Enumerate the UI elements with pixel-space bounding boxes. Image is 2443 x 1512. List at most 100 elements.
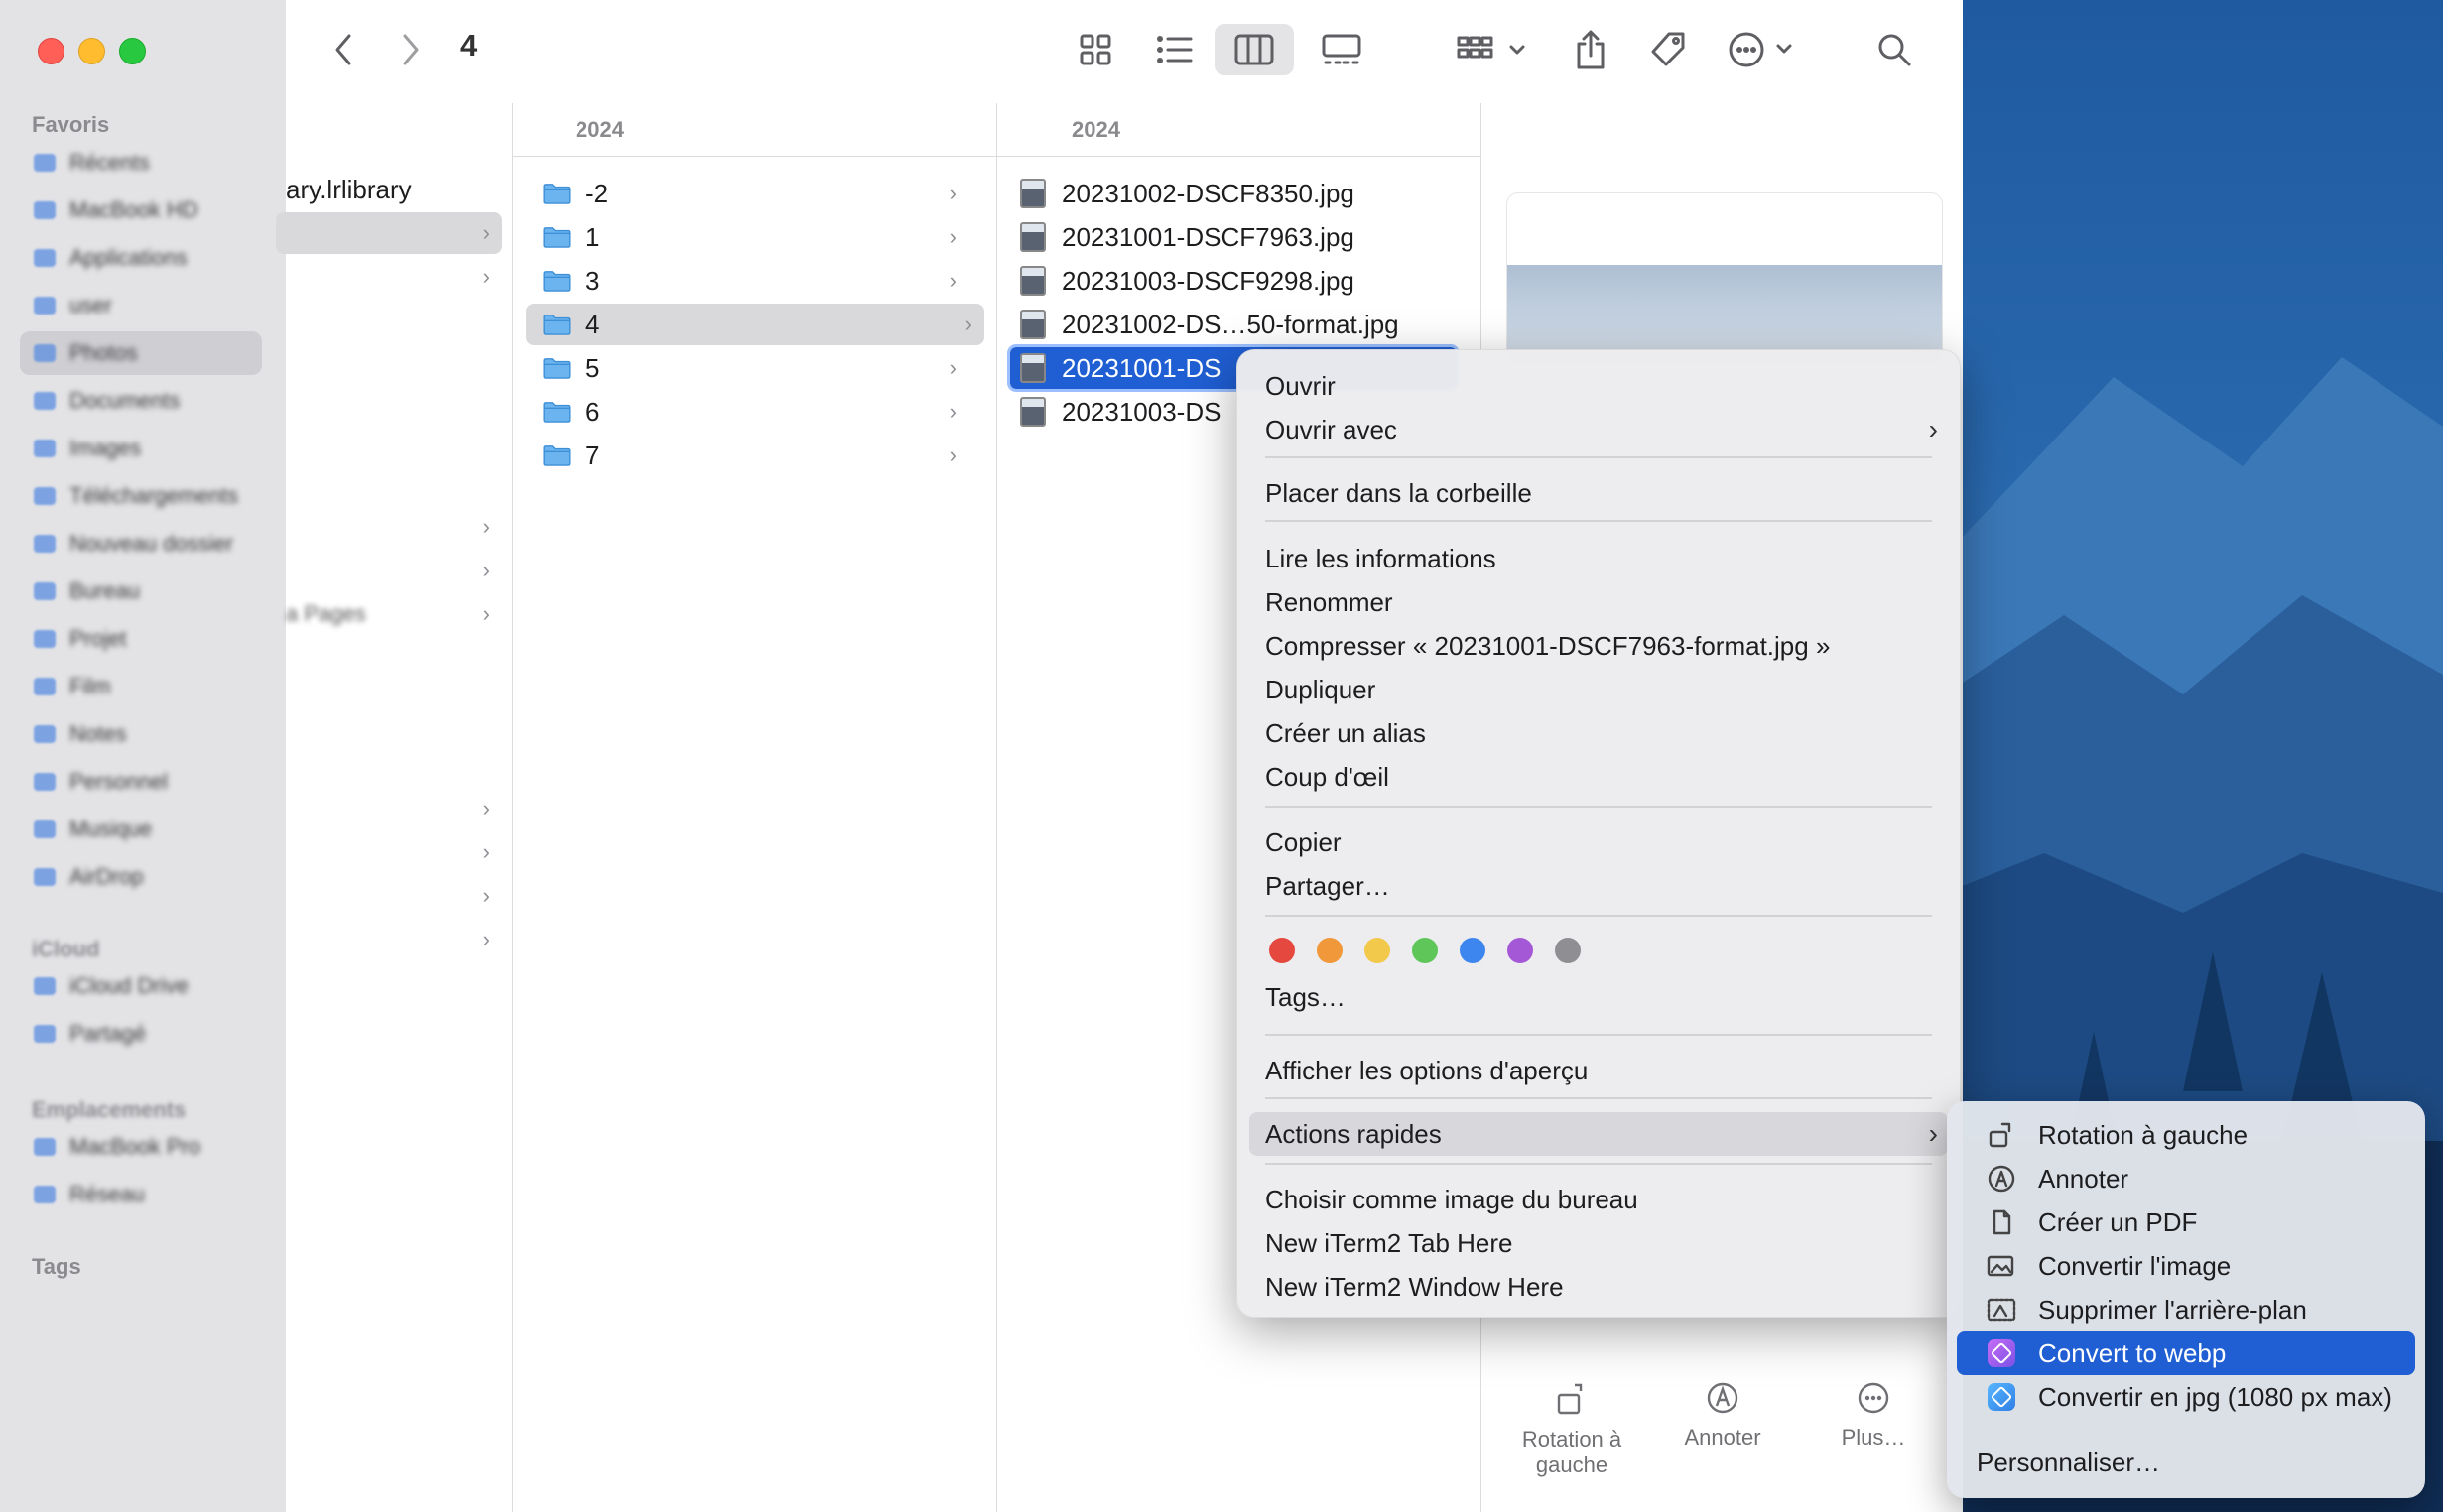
sidebar-item-blurred[interactable]: MacBook Pro — [20, 1125, 262, 1169]
sidebar-item-blurred[interactable]: Partagé — [20, 1012, 262, 1056]
sidebar-item-blurred[interactable]: Images — [20, 427, 262, 470]
folder-icon — [543, 402, 571, 423]
file-row[interactable]: 20231003-DSCF9298.jpg — [1020, 260, 1457, 302]
sidebar-item-blurred[interactable]: Téléchargements — [20, 474, 262, 518]
tag-color-dot[interactable] — [1317, 938, 1343, 963]
menu-item-share[interactable]: Partager… — [1237, 864, 1960, 908]
submenu-item-rotate-left[interactable]: Rotation à gauche — [1957, 1113, 2415, 1157]
submenu-item-customize[interactable]: Personnaliser… — [1957, 1441, 2415, 1484]
sidebar-item-blurred[interactable]: Nouveau dossier — [20, 522, 262, 566]
share-button[interactable] — [1566, 24, 1615, 75]
menu-item-copy[interactable]: Copier — [1237, 820, 1960, 864]
menu-item-quick-actions[interactable]: Actions rapides › — [1249, 1112, 1948, 1156]
sidebar-item-blurred[interactable]: Récents — [20, 141, 262, 185]
view-gallery-button[interactable] — [1312, 26, 1371, 73]
sidebar-item-blurred[interactable]: AirDrop — [20, 855, 262, 899]
tag-color-dot[interactable] — [1507, 938, 1533, 963]
sidebar-item-blurred[interactable]: Musique — [20, 808, 262, 851]
menu-item-make-alias[interactable]: Créer un alias — [1237, 711, 1960, 755]
folder-row[interactable]: -2 › — [542, 173, 968, 214]
folder-row[interactable]: 3 › — [542, 260, 968, 302]
group-by-button[interactable] — [1453, 26, 1532, 73]
list-item[interactable]: › — [286, 550, 502, 591]
folder-row[interactable]: 1 › — [542, 216, 968, 258]
menu-item-iterm-tab[interactable]: New iTerm2 Tab Here — [1237, 1221, 1960, 1265]
list-item-selected[interactable]: › — [276, 212, 502, 254]
list-item[interactable]: › — [286, 788, 502, 829]
menu-item-duplicate[interactable]: Dupliquer — [1237, 668, 1960, 711]
sidebar-item-label-blurred: iCloud Drive — [69, 973, 189, 998]
menu-item-open[interactable]: Ouvrir — [1237, 364, 1960, 408]
list-item[interactable]: › — [286, 506, 502, 548]
menu-item-compress[interactable]: Compresser « 20231001-DSCF7963-format.jp… — [1237, 624, 1960, 668]
search-button[interactable] — [1869, 24, 1919, 75]
submenu-item-convert-jpg[interactable]: Convertir en jpg (1080 px max) — [1957, 1375, 2415, 1419]
submenu-item-convert-webp[interactable]: Convert to webp — [1957, 1331, 2415, 1375]
tag-color-dot[interactable] — [1364, 938, 1390, 963]
menu-item-move-to-trash[interactable]: Placer dans la corbeille — [1237, 471, 1960, 515]
view-icons-button[interactable] — [1070, 26, 1121, 73]
sidebar-item-blurred[interactable]: Documents — [20, 379, 262, 423]
list-item[interactable]: › — [286, 256, 502, 298]
menu-item-set-desktop-picture[interactable]: Choisir comme image du bureau — [1237, 1178, 1960, 1221]
menu-item-open-with[interactable]: Ouvrir avec › — [1237, 408, 1960, 451]
sidebar-item-blurred[interactable]: Film — [20, 665, 262, 708]
menu-item-tags[interactable]: Tags… — [1237, 975, 1960, 1019]
folder-icon — [34, 630, 56, 648]
sidebar-item-blurred[interactable]: Applications — [20, 236, 262, 280]
tags-button[interactable] — [1643, 24, 1693, 75]
folder-row[interactable]: 7 › — [542, 435, 968, 476]
list-item[interactable]: ary.lrlibrary — [286, 169, 512, 210]
sidebar-item-blurred[interactable]: Bureau — [20, 569, 262, 613]
tag-color-dot[interactable] — [1555, 938, 1581, 963]
preview-rotate-left-button[interactable]: Rotation à gauche — [1512, 1381, 1631, 1478]
tag-color-dot[interactable] — [1269, 938, 1295, 963]
zoom-window-button[interactable] — [119, 38, 146, 64]
folder-row[interactable]: 6 › — [542, 391, 968, 433]
menu-item-show-view-options[interactable]: Afficher les options d'aperçu — [1237, 1049, 1960, 1092]
image-file-icon — [1020, 179, 1046, 208]
submenu-item-remove-background[interactable]: Supprimer l'arrière-plan — [1957, 1288, 2415, 1331]
menu-item-label: Partager… — [1265, 870, 1390, 901]
sidebar-item-blurred[interactable]: Réseau — [20, 1173, 262, 1216]
folder-icon — [34, 868, 56, 886]
sidebar-item-blurred[interactable]: Projet — [20, 617, 262, 661]
view-list-button[interactable] — [1149, 26, 1201, 73]
file-row[interactable]: 20231001-DSCF7963.jpg — [1020, 216, 1457, 258]
menu-item-quick-look[interactable]: Coup d'œil — [1237, 755, 1960, 799]
preview-annotate-button[interactable]: Annoter — [1663, 1381, 1782, 1450]
submenu-item-convert-image[interactable]: Convertir l'image — [1957, 1244, 2415, 1288]
list-item[interactable]: › — [286, 919, 502, 960]
quick-actions-submenu: Rotation à gauche Annoter Créer un PDF C… — [1947, 1101, 2425, 1498]
sidebar-item-blurred-selected[interactable]: Photos — [20, 331, 262, 375]
file-row[interactable]: 20231002-DSCF8350.jpg — [1020, 173, 1457, 214]
menu-item-iterm-window[interactable]: New iTerm2 Window Here — [1237, 1265, 1960, 1309]
sidebar-item-blurred[interactable]: MacBook HD — [20, 189, 262, 232]
more-actions-button[interactable] — [1723, 24, 1802, 75]
sidebar-item-blurred[interactable]: iCloud Drive — [20, 964, 262, 1008]
list-item[interactable]: › — [286, 875, 502, 917]
list-item[interactable]: › — [286, 831, 502, 873]
submenu-item-annotate[interactable]: Annoter — [1957, 1157, 2415, 1200]
tag-color-dot[interactable] — [1412, 938, 1438, 963]
submenu-item-label: Créer un PDF — [2038, 1206, 2198, 1237]
forward-button[interactable] — [393, 30, 429, 69]
preview-more-button[interactable]: Plus… — [1814, 1381, 1933, 1450]
file-row[interactable]: 20231002-DS…50-format.jpg — [1020, 304, 1457, 345]
minimize-window-button[interactable] — [78, 38, 105, 64]
sidebar-item-blurred[interactable]: user — [20, 284, 262, 327]
sidebar-item-blurred[interactable]: Notes — [20, 712, 262, 756]
search-icon — [1878, 34, 1911, 66]
close-window-button[interactable] — [38, 38, 64, 64]
submenu-item-create-pdf[interactable]: Créer un PDF — [1957, 1200, 2415, 1244]
folder-row[interactable]: 4 › — [526, 304, 984, 345]
tag-color-dot[interactable] — [1460, 938, 1485, 963]
folder-row[interactable]: 5 › — [542, 347, 968, 389]
menu-item-get-info[interactable]: Lire les informations — [1237, 537, 1960, 580]
back-button[interactable] — [325, 30, 361, 69]
sidebar-item-blurred[interactable]: Personnel — [20, 760, 262, 804]
view-columns-button[interactable] — [1215, 24, 1294, 75]
list-item[interactable]: a Pages › — [286, 593, 502, 635]
menu-item-label: Placer dans la corbeille — [1265, 477, 1532, 508]
menu-item-rename[interactable]: Renommer — [1237, 580, 1960, 624]
